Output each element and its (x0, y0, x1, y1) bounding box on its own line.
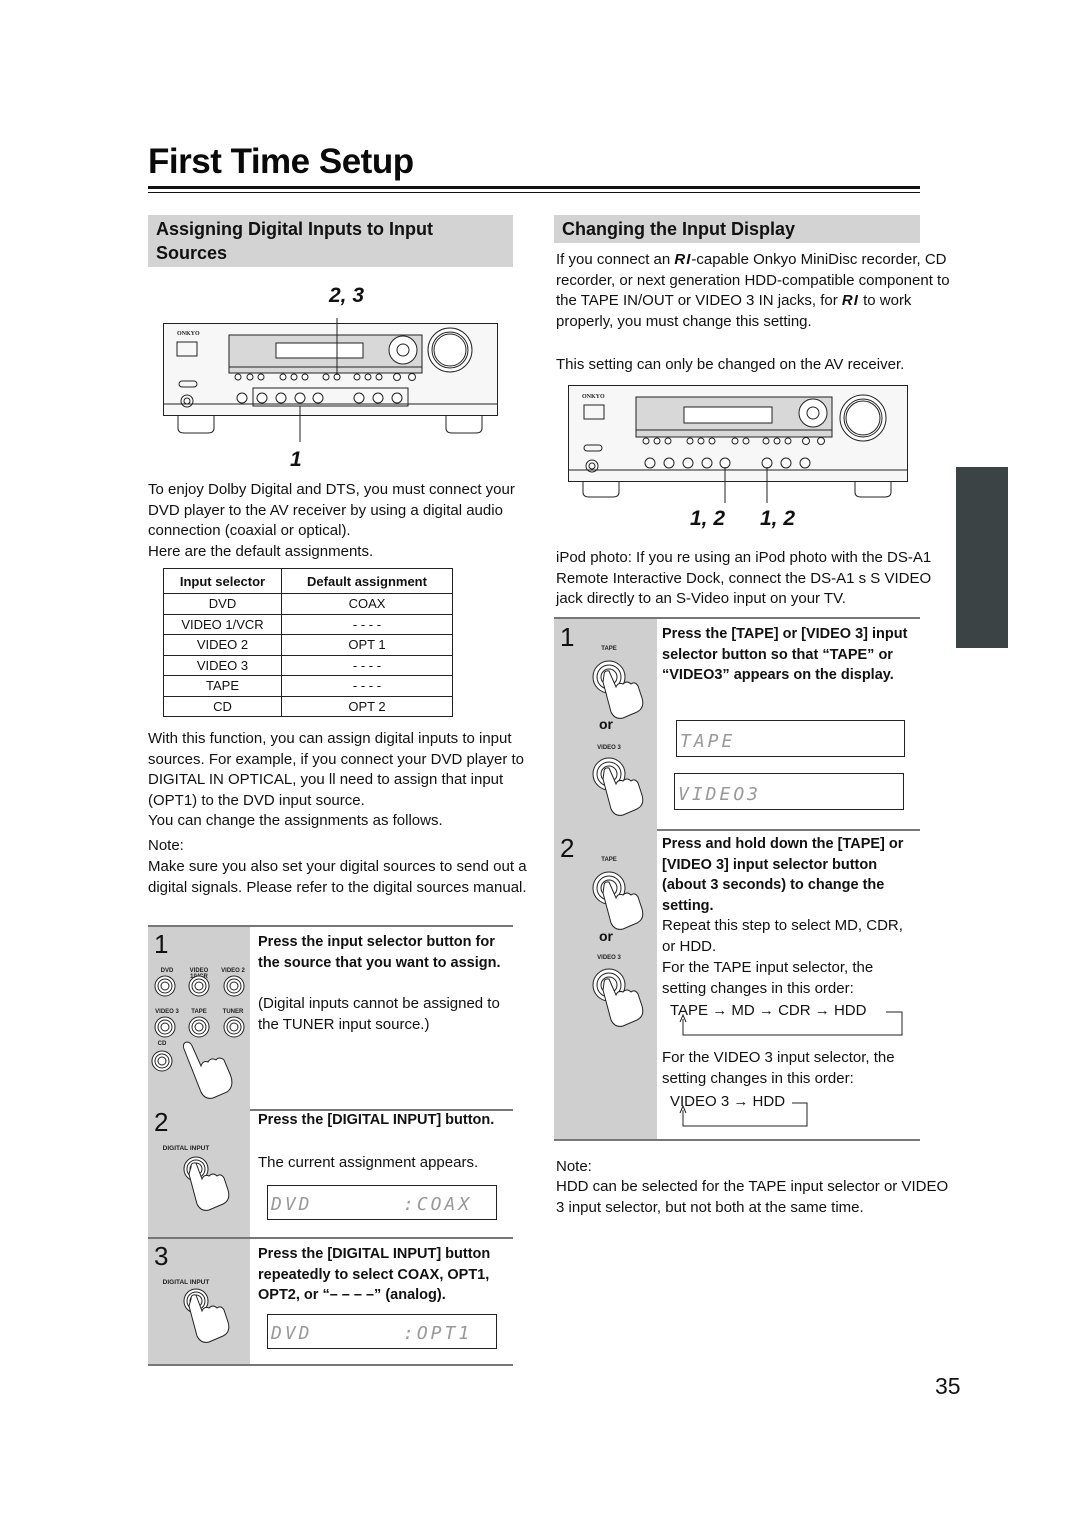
display-source: DVD (271, 1323, 313, 1344)
change-assignments-text: You can change the assignments as follow… (148, 812, 443, 829)
intro-text: If you connect an (556, 251, 675, 268)
display-step-1: 1 TAPE or VIDEO 3 Press the [TAPE] or [V… (554, 617, 920, 831)
tape-video3-buttons-illustration (592, 660, 644, 816)
selector-button-icon (154, 975, 176, 997)
figure-callout-tape: 1, 2 (760, 507, 796, 530)
tape-video3-buttons-illustration (592, 871, 644, 1027)
receiver-brand: ONKYO (582, 394, 605, 400)
column-header: Input selector (163, 568, 282, 594)
step-detail: (Digital inputs cannot be assigned to th… (258, 995, 500, 1033)
table-cell: OPT 1 (281, 634, 453, 656)
step-instruction: Press the [TAPE] or [VIDEO 3] input sele… (662, 626, 908, 683)
right-note-text: HDD can be selected for the TAPE input s… (556, 1178, 949, 1216)
video3-cycle-return-arrow-icon (679, 1102, 808, 1127)
ri-intro-paragraph: If you connect an RI-capable Onkyo MiniD… (556, 250, 956, 332)
display-assignment: :COAX (403, 1194, 473, 1215)
display-readout-coax: DVD :COAX (267, 1185, 497, 1220)
selector-button-icon (188, 975, 210, 997)
table-row: VIDEO 2 OPT 1 (163, 634, 453, 656)
repeat-text: Repeat this step to select MD, CDR, or H… (662, 917, 903, 955)
table-cell: - - - - (281, 613, 453, 635)
assign-step-3: 3 DIGITAL INPUT Press the [DIGITAL INPUT… (148, 1237, 513, 1366)
title-rule-thin (148, 192, 920, 193)
pressing-hand-icon (188, 1294, 230, 1343)
title-rule-thick (148, 186, 920, 189)
selector-button-icon (223, 975, 245, 997)
step-instruction: Press the [DIGITAL INPUT] button. (258, 1112, 495, 1128)
step-instruction: Press and hold down the [TAPE] or [VIDEO… (662, 836, 904, 914)
table-cell: DVD (163, 593, 282, 615)
table-row: VIDEO 1/VCR - - - - (163, 613, 453, 635)
table-cell: VIDEO 2 (163, 634, 282, 656)
video3-order-intro: For the VIDEO 3 input selector, the sett… (662, 1049, 895, 1087)
tape-cycle-return-arrow-icon (679, 1011, 903, 1036)
table-cell: VIDEO 3 (163, 654, 282, 676)
default-assignments-table: Input selector Default assignment DVD COA… (163, 568, 453, 717)
pressing-hand-icon (188, 1162, 230, 1211)
table-intro: Here are the default assignments. (148, 543, 374, 560)
table-row: DVD COAX (163, 593, 453, 615)
receiver-brand: ONKYO (177, 331, 200, 337)
selector-button-icon (151, 1050, 173, 1072)
receiver-front-panel-illustration: ONKYO (163, 318, 498, 442)
pressing-hand-icon (182, 1041, 233, 1099)
input-selector-buttons-illustration (151, 975, 245, 1099)
ri-logo-icon: RI (841, 292, 859, 309)
display-assignment: :OPT1 (403, 1323, 473, 1344)
note-label: Note: (148, 837, 184, 854)
table-header-row: Input selector Default assignment (163, 568, 453, 594)
display-readout-tape: TAPE (676, 720, 905, 757)
table-row: TAPE - - - - (163, 675, 453, 697)
tape-order-intro: For the TAPE input selector, the setting… (662, 959, 874, 997)
table-cell: CD (163, 695, 282, 717)
table-cell: - - - - (281, 654, 453, 676)
page-number: 35 (935, 1373, 961, 1399)
digital-input-button-illustration (183, 1288, 230, 1343)
display-readout-video3: VIDEO3 (674, 773, 904, 810)
table-cell: OPT 2 (281, 695, 453, 717)
intro-paragraph: To enjoy Dolby Digital and DTS, you must… (148, 481, 515, 539)
step-detail: The current assignment appears. (258, 1154, 479, 1171)
note-text: Make sure you also set your digital sour… (148, 858, 527, 896)
selector-button-icon (223, 1016, 245, 1038)
table-cell: TAPE (163, 675, 282, 697)
table-cell: COAX (281, 593, 453, 615)
assign-step-1: 1 DVD VIDEO 1/VCR VIDEO 2 VIDEO 3 TAPE T… (148, 925, 513, 1111)
receiver-front-panel-illustration: ONKYO (568, 385, 908, 503)
figure-callout-top: 2, 3 (329, 284, 365, 307)
table-cell: - - - - (281, 675, 453, 697)
chapter-side-tab (956, 467, 1008, 648)
function-paragraph: With this function, you can assign digit… (148, 730, 524, 809)
column-header: Default assignment (281, 568, 453, 594)
receiver-only-text: This setting can only be changed on the … (556, 356, 905, 373)
table-row: CD OPT 2 (163, 695, 453, 717)
ri-logo-icon: RI (674, 251, 692, 268)
table-cell: VIDEO 1/VCR (163, 613, 282, 635)
section-heading-changing-input-display: Changing the Input Display (554, 215, 920, 243)
figure-callout-video3: 1, 2 (690, 507, 726, 530)
ipod-photo-note: iPod photo: If you re using an iPod phot… (556, 549, 932, 607)
display-readout-opt1: DVD :OPT1 (267, 1314, 497, 1349)
page-title: First Time Setup (148, 142, 414, 181)
selector-button-icon (154, 1016, 176, 1038)
display-step-2: 2 TAPE or VIDEO 3 Press and hold down th… (554, 829, 920, 1141)
table-row: VIDEO 3- - - - (163, 654, 453, 676)
step-instruction: Press the input selector button for the … (258, 934, 501, 971)
assign-step-2: 2 DIGITAL INPUT Press the [DIGITAL INPUT… (148, 1105, 513, 1239)
figure-callout-bottom: 1 (290, 448, 302, 471)
step-instruction: Press the [DIGITAL INPUT] button repeate… (258, 1246, 491, 1303)
right-note-label: Note: (556, 1158, 592, 1175)
digital-input-button-illustration (183, 1156, 230, 1211)
selector-button-icon (188, 1016, 210, 1038)
section-heading-assigning-digital-inputs: Assigning Digital Inputs to Input Source… (148, 215, 513, 267)
display-source: DVD (271, 1194, 313, 1215)
